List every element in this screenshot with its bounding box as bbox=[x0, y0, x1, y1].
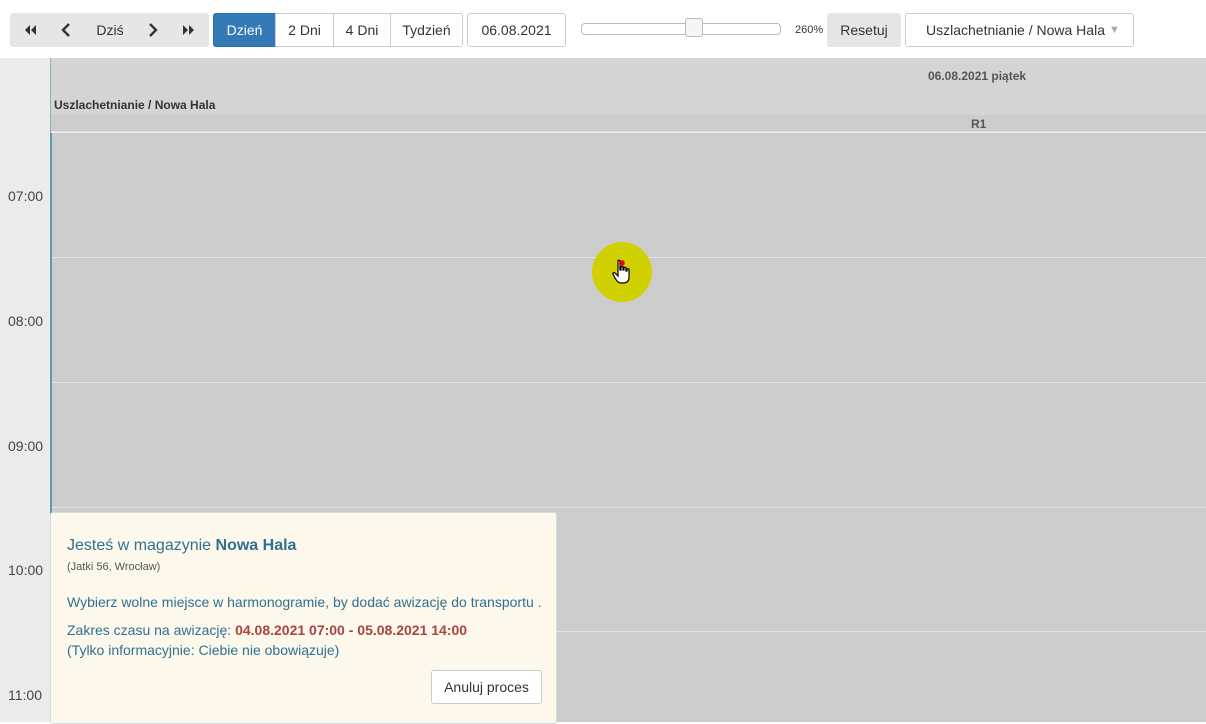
warehouse-address: (Jatki 56, Wrocław) bbox=[67, 561, 161, 573]
caret-down-icon: ▼ bbox=[1108, 24, 1120, 36]
today-button[interactable]: Dziś bbox=[82, 13, 138, 47]
chevron-right-icon bbox=[148, 23, 158, 37]
column-header-label: R1 bbox=[971, 117, 987, 131]
last-button[interactable] bbox=[168, 13, 209, 47]
zoom-slider-handle[interactable] bbox=[685, 18, 703, 37]
view-4-days-button[interactable]: 4 Dni bbox=[333, 13, 390, 47]
view-2-days-button[interactable]: 2 Dni bbox=[275, 13, 333, 47]
warehouse-select-value: Uszlachetnianie / Nowa Hala bbox=[926, 22, 1105, 38]
double-chevron-right-icon bbox=[182, 24, 196, 36]
reset-button[interactable]: Resetuj bbox=[827, 13, 901, 47]
info-title-prefix: Jesteś w magazynie bbox=[67, 537, 212, 554]
hand-pointer-icon bbox=[611, 259, 633, 288]
grid-line bbox=[51, 382, 1206, 383]
info-title: Jesteś w magazynie Nowa Hala bbox=[67, 537, 296, 555]
time-range: Zakres czasu na awizację: 04.08.2021 07:… bbox=[67, 622, 467, 638]
warehouse-info-panel: Jesteś w magazynie Nowa Hala (Jatki 56, … bbox=[50, 512, 557, 724]
day-header-area bbox=[51, 58, 1206, 115]
cancel-process-button[interactable]: Anuluj proces bbox=[431, 670, 542, 704]
column-divider-accent bbox=[50, 133, 52, 515]
info-instruction: Wybierz wolne miejsce w harmonogramie, b… bbox=[67, 594, 542, 610]
date-input[interactable]: 06.08.2021 bbox=[467, 13, 566, 47]
time-label: 08:00 bbox=[8, 313, 44, 329]
warehouse-name: Nowa Hala bbox=[215, 537, 297, 554]
time-label: 11:00 bbox=[8, 687, 42, 703]
column-header: R1 bbox=[51, 115, 1206, 132]
time-range-label: Zakres czasu na awizację: bbox=[67, 622, 232, 638]
zoom-label: 260% bbox=[795, 24, 824, 36]
time-axis: 07:00 08:00 09:00 10:00 11:00 bbox=[0, 58, 50, 722]
grid-line bbox=[51, 507, 1206, 508]
previous-button[interactable] bbox=[50, 13, 82, 47]
zoom-slider-track[interactable] bbox=[581, 23, 781, 35]
resource-header: Uszlachetnianie / Nowa Hala bbox=[54, 98, 216, 112]
day-header: 06.08.2021 piątek bbox=[928, 69, 1027, 83]
view-day-button[interactable]: Dzień bbox=[213, 13, 275, 47]
navigation-group: Dziś bbox=[10, 13, 209, 47]
view-week-button[interactable]: Tydzień bbox=[390, 13, 463, 47]
time-range-value: 04.08.2021 07:00 - 05.08.2021 14:00 bbox=[235, 622, 468, 638]
time-label: 09:00 bbox=[8, 438, 44, 454]
double-chevron-left-icon bbox=[23, 24, 37, 36]
next-button[interactable] bbox=[138, 13, 168, 47]
time-label: 07:00 bbox=[8, 188, 44, 204]
warehouse-select[interactable]: Uszlachetnianie / Nowa Hala ▼ bbox=[905, 13, 1134, 47]
chevron-left-icon bbox=[61, 23, 71, 37]
info-note: (Tylko informacyjnie: Ciebie nie obowiąz… bbox=[67, 642, 340, 658]
time-label: 10:00 bbox=[8, 562, 44, 578]
toolbar: Dziś Dzień 2 Dni 4 Dni Tydzień 06.08.202… bbox=[0, 0, 1206, 58]
first-button[interactable] bbox=[10, 13, 50, 47]
